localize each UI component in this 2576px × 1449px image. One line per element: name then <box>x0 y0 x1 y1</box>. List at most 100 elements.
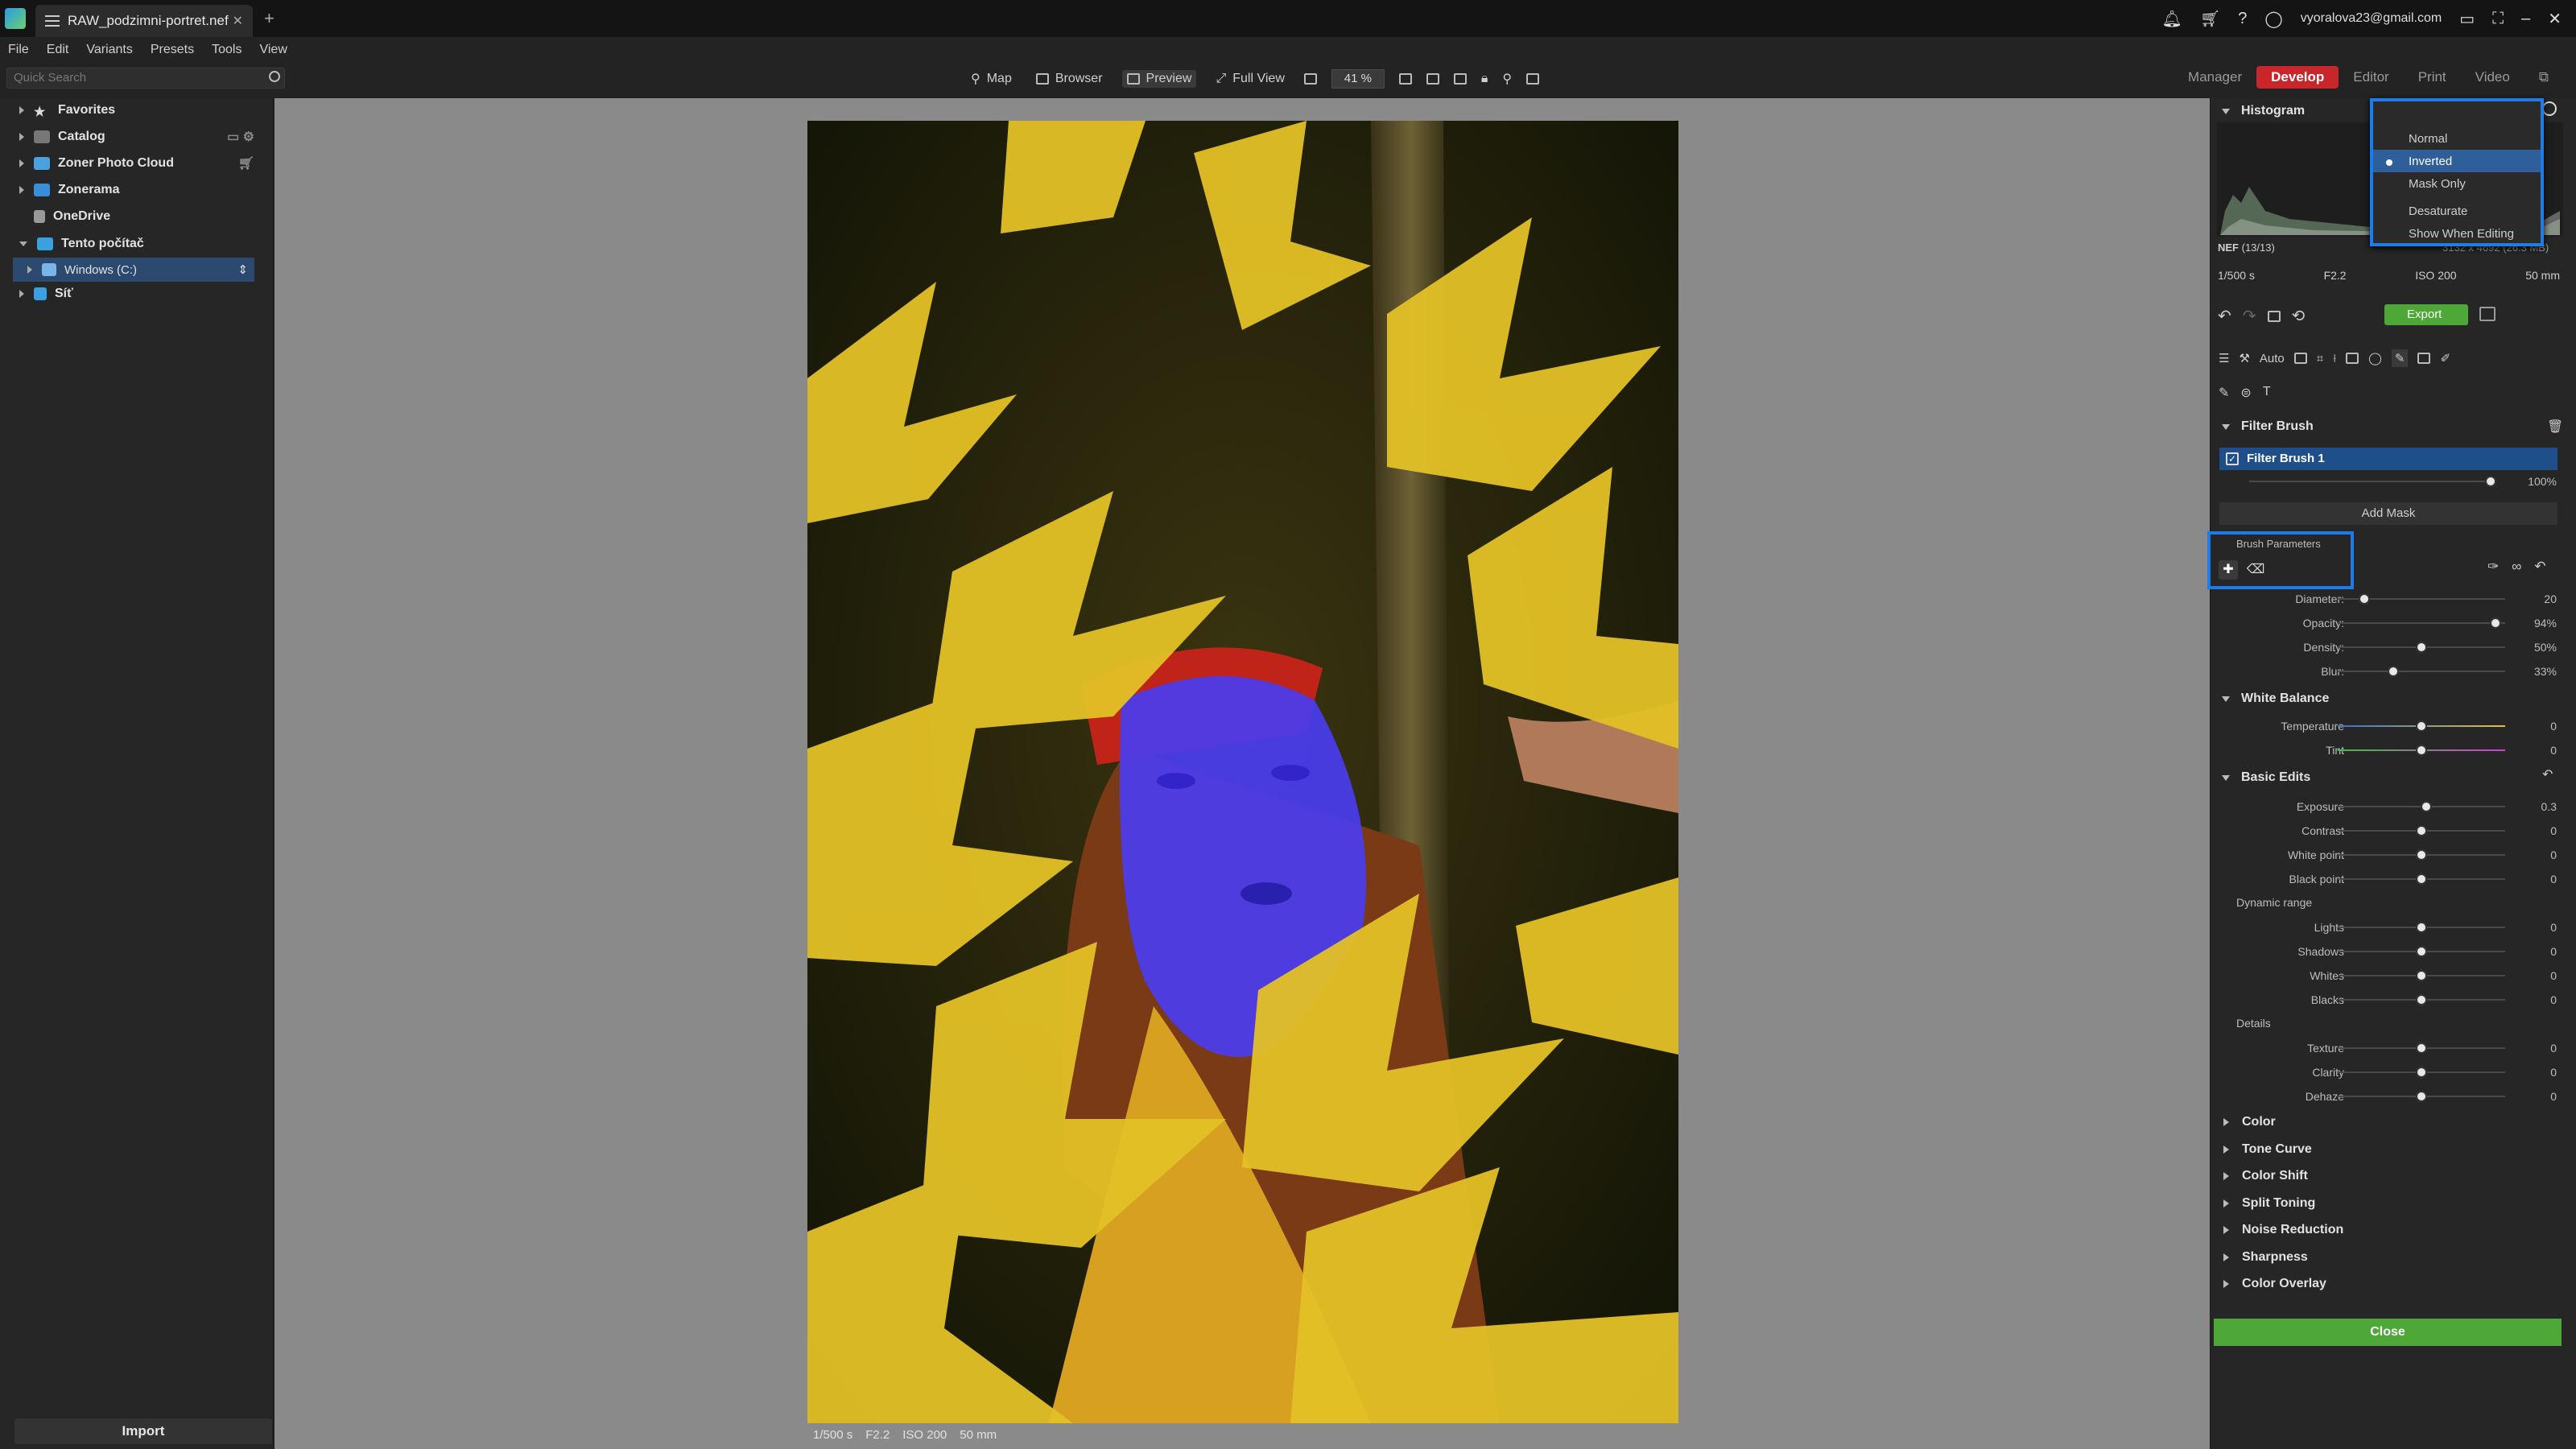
slider-knob[interactable] <box>2359 593 2371 605</box>
histogram-header[interactable]: Histogram <box>2222 100 2305 122</box>
expand-arrow-icon[interactable] <box>2223 1226 2229 1234</box>
section-header-sharpness[interactable]: Sharpness <box>2222 1246 2308 1269</box>
slider-knob[interactable] <box>2387 666 2399 677</box>
expand-arrow-icon[interactable] <box>2223 1199 2229 1208</box>
crop-icon[interactable]: ⌗ <box>2317 352 2323 365</box>
expand-arrow-icon[interactable] <box>19 186 24 194</box>
sidebar-item-onedrive[interactable]: OneDrive <box>0 204 254 229</box>
histogram-settings-icon[interactable] <box>2542 101 2557 116</box>
expand-arrow-icon[interactable] <box>19 133 24 141</box>
external-window-icon[interactable]: ⧉ <box>2524 66 2563 89</box>
menu-presets[interactable]: Presets <box>151 43 194 57</box>
slider-knob[interactable] <box>2416 1067 2427 1078</box>
undo-icon[interactable]: ↶ <box>2218 306 2231 326</box>
delete-icon[interactable]: 🗑︎ <box>2547 419 2563 435</box>
reset-icon[interactable]: ↶ <box>2534 559 2545 575</box>
auto-button[interactable]: Auto <box>2260 352 2285 365</box>
slider-track[interactable] <box>2249 481 2491 482</box>
menu-variants[interactable]: Variants <box>86 43 133 57</box>
wand-icon[interactable]: ⚒ <box>2239 351 2249 365</box>
slider-knob[interactable] <box>2416 745 2427 756</box>
expand-arrow-icon[interactable] <box>2223 1172 2229 1180</box>
menu-edit[interactable]: Edit <box>47 43 69 57</box>
slider-row[interactable]: Opacity: 94% <box>2214 613 2568 633</box>
share-icon[interactable] <box>2479 307 2496 321</box>
link-icon[interactable]: ∞ <box>2512 559 2521 575</box>
slider-row[interactable]: Contrast 0 <box>2214 821 2568 840</box>
expand-arrow-icon[interactable] <box>19 159 24 167</box>
slider-knob[interactable] <box>2416 994 2427 1005</box>
slider-row[interactable]: Clarity 0 <box>2214 1063 2568 1082</box>
strength-slider[interactable]: 100% <box>2214 472 2568 491</box>
photo-preview[interactable] <box>807 121 1678 1423</box>
expand-arrow-icon[interactable] <box>27 266 32 274</box>
slider-knob[interactable] <box>2416 970 2427 981</box>
slider-knob[interactable] <box>2416 946 2427 957</box>
new-tab-button[interactable]: + <box>264 8 275 29</box>
slider-knob[interactable] <box>2421 801 2433 812</box>
tab-video[interactable]: Video <box>2461 66 2524 89</box>
slider-row[interactable]: Exposure 0.3 <box>2214 797 2568 816</box>
tab-print[interactable]: Print <box>2404 66 2461 89</box>
slider-row[interactable]: Lights 0 <box>2214 918 2568 937</box>
add-mask-button[interactable]: Add Mask <box>2219 502 2557 525</box>
pen-icon[interactable]: ✎ <box>2219 385 2229 401</box>
rotate-icon[interactable]: ⟲ <box>2292 306 2306 326</box>
lock-icon[interactable]: 🔒︎ <box>1481 72 1488 86</box>
erase-brush-icon[interactable]: ⌫ <box>2246 560 2265 580</box>
slider-row[interactable]: Blur: 33% <box>2214 662 2568 681</box>
slider-knob[interactable] <box>2489 617 2501 629</box>
collapse-arrow-icon[interactable] <box>2222 696 2230 702</box>
sidebar-item-zonerama[interactable]: Zonerama <box>0 178 254 202</box>
straighten-icon[interactable]: ⟊ <box>2333 352 2336 365</box>
section-header-color[interactable]: Color <box>2222 1111 2276 1133</box>
white-balance-header[interactable]: White Balance <box>2222 687 2329 710</box>
dropdown-item-inverted[interactable]: Inverted <box>2409 155 2452 168</box>
slider-knob[interactable] <box>2416 825 2427 836</box>
section-header-color-overlay[interactable]: Color Overlay <box>2222 1273 2326 1295</box>
slider-row[interactable]: Dehaze 0 <box>2214 1087 2568 1106</box>
search-icon[interactable] <box>269 71 280 82</box>
slider-knob[interactable] <box>2416 720 2427 732</box>
section-header-noise-reduction[interactable]: Noise Reduction <box>2222 1219 2343 1241</box>
user-icon[interactable]: ◯ <box>2264 9 2282 29</box>
expand-arrow-icon[interactable] <box>2223 1145 2229 1154</box>
collapse-arrow-icon[interactable] <box>2222 774 2230 781</box>
stamp-icon[interactable]: ⊜ <box>2240 385 2251 401</box>
brush-icon[interactable]: ✎ <box>2391 349 2409 367</box>
slider-track[interactable] <box>2338 671 2505 672</box>
add-brush-icon[interactable]: ✚ <box>2219 560 2238 580</box>
fill-icon[interactable] <box>1426 73 1439 85</box>
menu-tools[interactable]: Tools <box>212 43 242 57</box>
tab-editor[interactable]: Editor <box>2339 66 2403 89</box>
section-header-split-toning[interactable]: Split Toning <box>2222 1192 2315 1215</box>
basic-edits-header[interactable]: Basic Edits <box>2222 766 2310 789</box>
slider-knob[interactable] <box>2416 922 2427 933</box>
healing-icon[interactable]: ✐ <box>2440 351 2450 365</box>
slider-row[interactable]: Whites 0 <box>2214 966 2568 985</box>
actual-size-icon[interactable] <box>1453 73 1467 85</box>
sidebar-item-tento-pocitac[interactable]: Tento počítač <box>0 232 254 256</box>
help-icon[interactable]: ? <box>2238 10 2247 28</box>
slider-row[interactable]: Temperature 0 <box>2214 716 2568 736</box>
menu-file[interactable]: File <box>8 43 29 57</box>
slider-row[interactable]: White point 0 <box>2214 845 2568 865</box>
tab-develop[interactable]: Develop <box>2256 66 2339 89</box>
sidebar-item-catalog[interactable]: Catalog ▭ ⚙ <box>0 125 254 149</box>
cart-icon[interactable]: 🛒︎ <box>2200 9 2220 29</box>
filter-brush-item[interactable]: ✓ Filter Brush 1 <box>2219 448 2557 470</box>
collapse-arrow-icon[interactable] <box>2222 423 2230 430</box>
close-tab-icon[interactable]: ✕ <box>233 13 243 29</box>
collapse-arrow-icon[interactable] <box>19 242 27 246</box>
fullscreen-icon[interactable]: ⛶ <box>2492 10 2504 28</box>
search-input[interactable]: Quick Search <box>6 68 285 89</box>
expand-arrow-icon[interactable] <box>2223 1253 2229 1261</box>
presets-icon[interactable]: ☰ <box>2219 351 2229 365</box>
slider-knob[interactable] <box>2416 1042 2427 1054</box>
fit-icon[interactable] <box>1398 73 1412 85</box>
notification-bell-icon[interactable]: 🔔︎ <box>2161 9 2182 29</box>
filter-brush-header[interactable]: Filter Brush <box>2222 415 2314 438</box>
overlay-icon[interactable] <box>1526 73 1540 85</box>
sidebar-item-favorites[interactable]: ★ Favorites <box>0 98 254 122</box>
import-button[interactable]: Import <box>14 1418 272 1444</box>
